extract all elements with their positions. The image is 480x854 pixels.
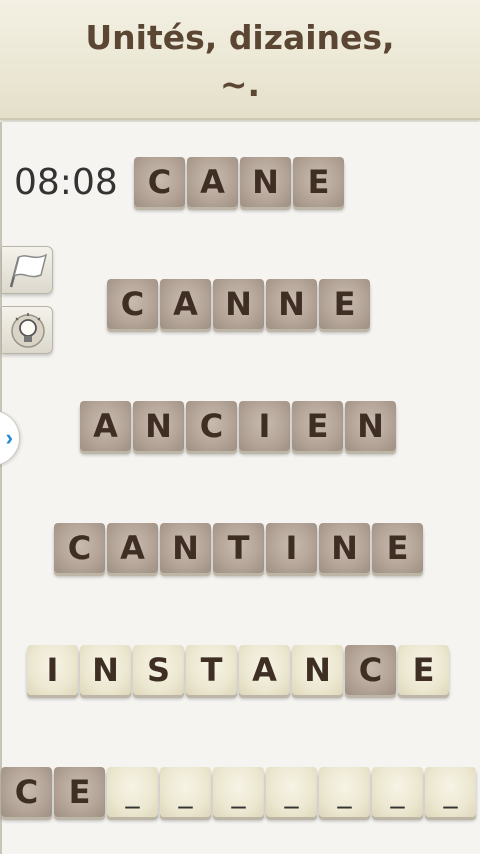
hint-button[interactable]: [2, 306, 53, 354]
header: Unités, dizaines, ~.: [0, 0, 480, 120]
empty-letter-slot[interactable]: _: [425, 767, 476, 817]
page-title: Unités, dizaines, ~.: [0, 14, 480, 108]
letter-tile: E: [293, 157, 344, 207]
letter-tile: A: [187, 157, 238, 207]
letter-tile: I: [239, 401, 290, 451]
game-board: [0, 122, 480, 854]
letter-tile: N: [345, 401, 396, 451]
title-line-2: ~.: [219, 65, 261, 104]
letter-tile: C: [186, 401, 237, 451]
word-row-3: ANCIEN: [80, 401, 398, 455]
empty-letter-slot[interactable]: _: [372, 767, 423, 817]
letter-tile: E: [372, 523, 423, 573]
word-row-1: CANE: [134, 157, 346, 211]
empty-letter-slot[interactable]: _: [213, 767, 264, 817]
letter-tile: T: [186, 645, 237, 695]
empty-letter-slot[interactable]: _: [266, 767, 317, 817]
give-up-button[interactable]: [2, 246, 53, 294]
letter-tile: N: [292, 645, 343, 695]
input-row[interactable]: C E _ _ _ _ _ _ _: [1, 767, 478, 821]
letter-tile: N: [80, 645, 131, 695]
letter-tile: C: [107, 279, 158, 329]
letter-tile: N: [319, 523, 370, 573]
timer: 08:08: [14, 162, 118, 203]
word-row-4: CANTINE: [54, 523, 425, 577]
letter-tile: N: [133, 401, 184, 451]
empty-letter-slot[interactable]: _: [319, 767, 370, 817]
title-line-1: Unités, dizaines,: [85, 18, 395, 57]
letter-tile: I: [266, 523, 317, 573]
letter-tile: A: [80, 401, 131, 451]
letter-tile: S: [133, 645, 184, 695]
word-row-5: INSTANCE: [27, 645, 451, 699]
empty-letter-slot[interactable]: _: [107, 767, 158, 817]
letter-tile: N: [266, 279, 317, 329]
letter-tile: N: [160, 523, 211, 573]
letter-tile: E: [319, 279, 370, 329]
letter-tile: C: [54, 523, 105, 573]
letter-tile: A: [160, 279, 211, 329]
letter-tile: E: [292, 401, 343, 451]
empty-letter-slot[interactable]: _: [160, 767, 211, 817]
letter-tile: A: [239, 645, 290, 695]
chevron-right-icon: ›: [5, 425, 13, 450]
letter-tile: N: [240, 157, 291, 207]
lightbulb-icon: [11, 313, 45, 348]
letter-tile: I: [27, 645, 78, 695]
letter-tile: A: [107, 523, 158, 573]
letter-tile: T: [213, 523, 264, 573]
flag-icon: [9, 253, 48, 288]
letter-tile: C: [345, 645, 396, 695]
word-row-2: CANNE: [107, 279, 372, 333]
letter-tile: E: [398, 645, 449, 695]
letter-tile: N: [213, 279, 264, 329]
letter-tile[interactable]: C: [1, 767, 52, 817]
letter-tile: C: [134, 157, 185, 207]
letter-tile[interactable]: E: [54, 767, 105, 817]
